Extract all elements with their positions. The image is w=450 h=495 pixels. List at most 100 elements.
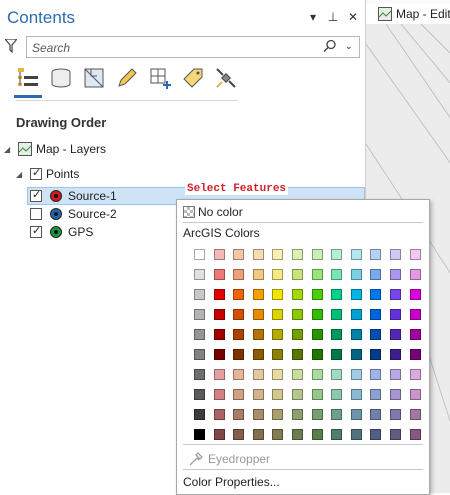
color-swatch[interactable] bbox=[370, 249, 382, 260]
color-swatch[interactable] bbox=[409, 329, 421, 340]
color-swatch[interactable] bbox=[213, 289, 225, 300]
color-swatch[interactable] bbox=[233, 269, 245, 280]
color-swatch[interactable] bbox=[194, 309, 205, 320]
pin-icon[interactable]: ⊥ bbox=[327, 10, 339, 24]
color-swatch[interactable] bbox=[370, 329, 382, 340]
map-tab[interactable]: Map - Edit bbox=[366, 4, 450, 24]
color-swatch[interactable] bbox=[370, 429, 382, 440]
color-swatch[interactable] bbox=[272, 269, 284, 280]
color-swatch[interactable] bbox=[252, 309, 264, 320]
color-swatch[interactable] bbox=[194, 269, 205, 280]
color-swatch[interactable] bbox=[291, 429, 303, 440]
color-swatch[interactable] bbox=[389, 369, 401, 380]
color-swatch[interactable] bbox=[213, 309, 225, 320]
list-by-drawing-order-button[interactable] bbox=[14, 66, 42, 98]
color-swatch[interactable] bbox=[409, 249, 421, 260]
color-swatch[interactable] bbox=[409, 429, 421, 440]
color-swatch[interactable] bbox=[213, 329, 225, 340]
color-swatch[interactable] bbox=[350, 289, 362, 300]
color-swatch[interactable] bbox=[194, 429, 205, 440]
color-swatch[interactable] bbox=[311, 309, 323, 320]
no-color-option[interactable]: No color bbox=[183, 205, 243, 219]
visibility-checkbox[interactable] bbox=[30, 208, 42, 220]
color-swatch[interactable] bbox=[409, 409, 421, 420]
filter-icon[interactable] bbox=[5, 39, 17, 53]
color-swatch[interactable] bbox=[194, 329, 205, 340]
list-by-editing-button[interactable] bbox=[115, 66, 139, 92]
color-swatch[interactable] bbox=[213, 369, 225, 380]
color-swatch[interactable] bbox=[311, 369, 323, 380]
color-swatch[interactable] bbox=[291, 249, 303, 260]
color-swatch[interactable] bbox=[409, 289, 421, 300]
visibility-checkbox[interactable] bbox=[30, 188, 42, 202]
color-swatch[interactable] bbox=[233, 349, 245, 360]
eyedropper-option[interactable]: Eyedropper bbox=[189, 452, 270, 466]
color-swatch[interactable] bbox=[311, 329, 323, 340]
color-swatch[interactable] bbox=[331, 289, 343, 300]
color-swatch[interactable] bbox=[389, 289, 401, 300]
color-swatch[interactable] bbox=[194, 409, 205, 420]
color-swatch[interactable] bbox=[213, 389, 225, 400]
color-swatch[interactable] bbox=[194, 289, 205, 300]
color-swatch[interactable] bbox=[233, 429, 245, 440]
color-swatch[interactable] bbox=[291, 289, 303, 300]
color-swatch[interactable] bbox=[194, 349, 205, 360]
point-symbol-icon[interactable] bbox=[50, 226, 62, 238]
color-swatch[interactable] bbox=[213, 409, 225, 420]
color-swatch[interactable] bbox=[213, 269, 225, 280]
color-swatch[interactable] bbox=[311, 429, 323, 440]
color-swatch[interactable] bbox=[252, 389, 264, 400]
color-swatch[interactable] bbox=[350, 429, 362, 440]
color-swatch[interactable] bbox=[409, 269, 421, 280]
color-swatch[interactable] bbox=[272, 329, 284, 340]
color-swatch[interactable] bbox=[370, 389, 382, 400]
list-by-selection-button[interactable] bbox=[82, 66, 106, 92]
color-swatch[interactable] bbox=[272, 349, 284, 360]
color-swatch[interactable] bbox=[252, 269, 264, 280]
collapse-triangle-icon[interactable]: ◢ bbox=[16, 170, 26, 179]
color-swatch[interactable] bbox=[272, 409, 284, 420]
color-swatch[interactable] bbox=[350, 369, 362, 380]
color-swatch[interactable] bbox=[291, 389, 303, 400]
layer-row-source-2[interactable]: Source-2 bbox=[30, 205, 117, 223]
color-swatch[interactable] bbox=[331, 329, 343, 340]
visibility-checkbox[interactable] bbox=[30, 166, 42, 180]
color-swatch[interactable] bbox=[291, 329, 303, 340]
color-swatch[interactable] bbox=[370, 269, 382, 280]
color-swatch[interactable] bbox=[252, 329, 264, 340]
color-swatch[interactable] bbox=[233, 329, 245, 340]
options-chevron-icon[interactable]: ▾ bbox=[307, 10, 319, 24]
list-by-labeling-button[interactable] bbox=[181, 66, 205, 92]
color-swatch[interactable] bbox=[350, 309, 362, 320]
color-swatch[interactable] bbox=[291, 349, 303, 360]
color-swatch[interactable] bbox=[350, 409, 362, 420]
layer-row-source-1[interactable]: Source-1 bbox=[30, 187, 117, 205]
point-symbol-icon[interactable] bbox=[50, 208, 62, 220]
color-swatch[interactable] bbox=[331, 369, 343, 380]
color-swatch[interactable] bbox=[213, 249, 225, 260]
color-swatch[interactable] bbox=[311, 389, 323, 400]
color-swatch[interactable] bbox=[311, 249, 323, 260]
tree-group-row[interactable]: ◢ Points bbox=[16, 165, 79, 183]
color-swatch[interactable] bbox=[272, 309, 284, 320]
color-swatch[interactable] bbox=[331, 249, 343, 260]
visibility-checkbox[interactable] bbox=[30, 224, 42, 238]
tree-map-row[interactable]: ◢ Map - Layers bbox=[4, 140, 106, 158]
color-swatch[interactable] bbox=[233, 409, 245, 420]
color-swatch[interactable] bbox=[331, 309, 343, 320]
point-symbol-icon[interactable] bbox=[50, 190, 62, 202]
color-swatch[interactable] bbox=[331, 409, 343, 420]
color-swatch[interactable] bbox=[350, 269, 362, 280]
color-swatch[interactable] bbox=[389, 329, 401, 340]
color-swatch[interactable] bbox=[370, 289, 382, 300]
color-swatch[interactable] bbox=[233, 389, 245, 400]
color-swatch[interactable] bbox=[311, 289, 323, 300]
color-swatch[interactable] bbox=[291, 409, 303, 420]
color-swatch[interactable] bbox=[389, 429, 401, 440]
collapse-triangle-icon[interactable]: ◢ bbox=[4, 145, 14, 154]
color-swatch[interactable] bbox=[389, 389, 401, 400]
search-input[interactable]: Search ⌄ bbox=[26, 36, 360, 58]
color-swatch[interactable] bbox=[350, 249, 362, 260]
color-swatch[interactable] bbox=[233, 289, 245, 300]
color-swatch[interactable] bbox=[291, 269, 303, 280]
